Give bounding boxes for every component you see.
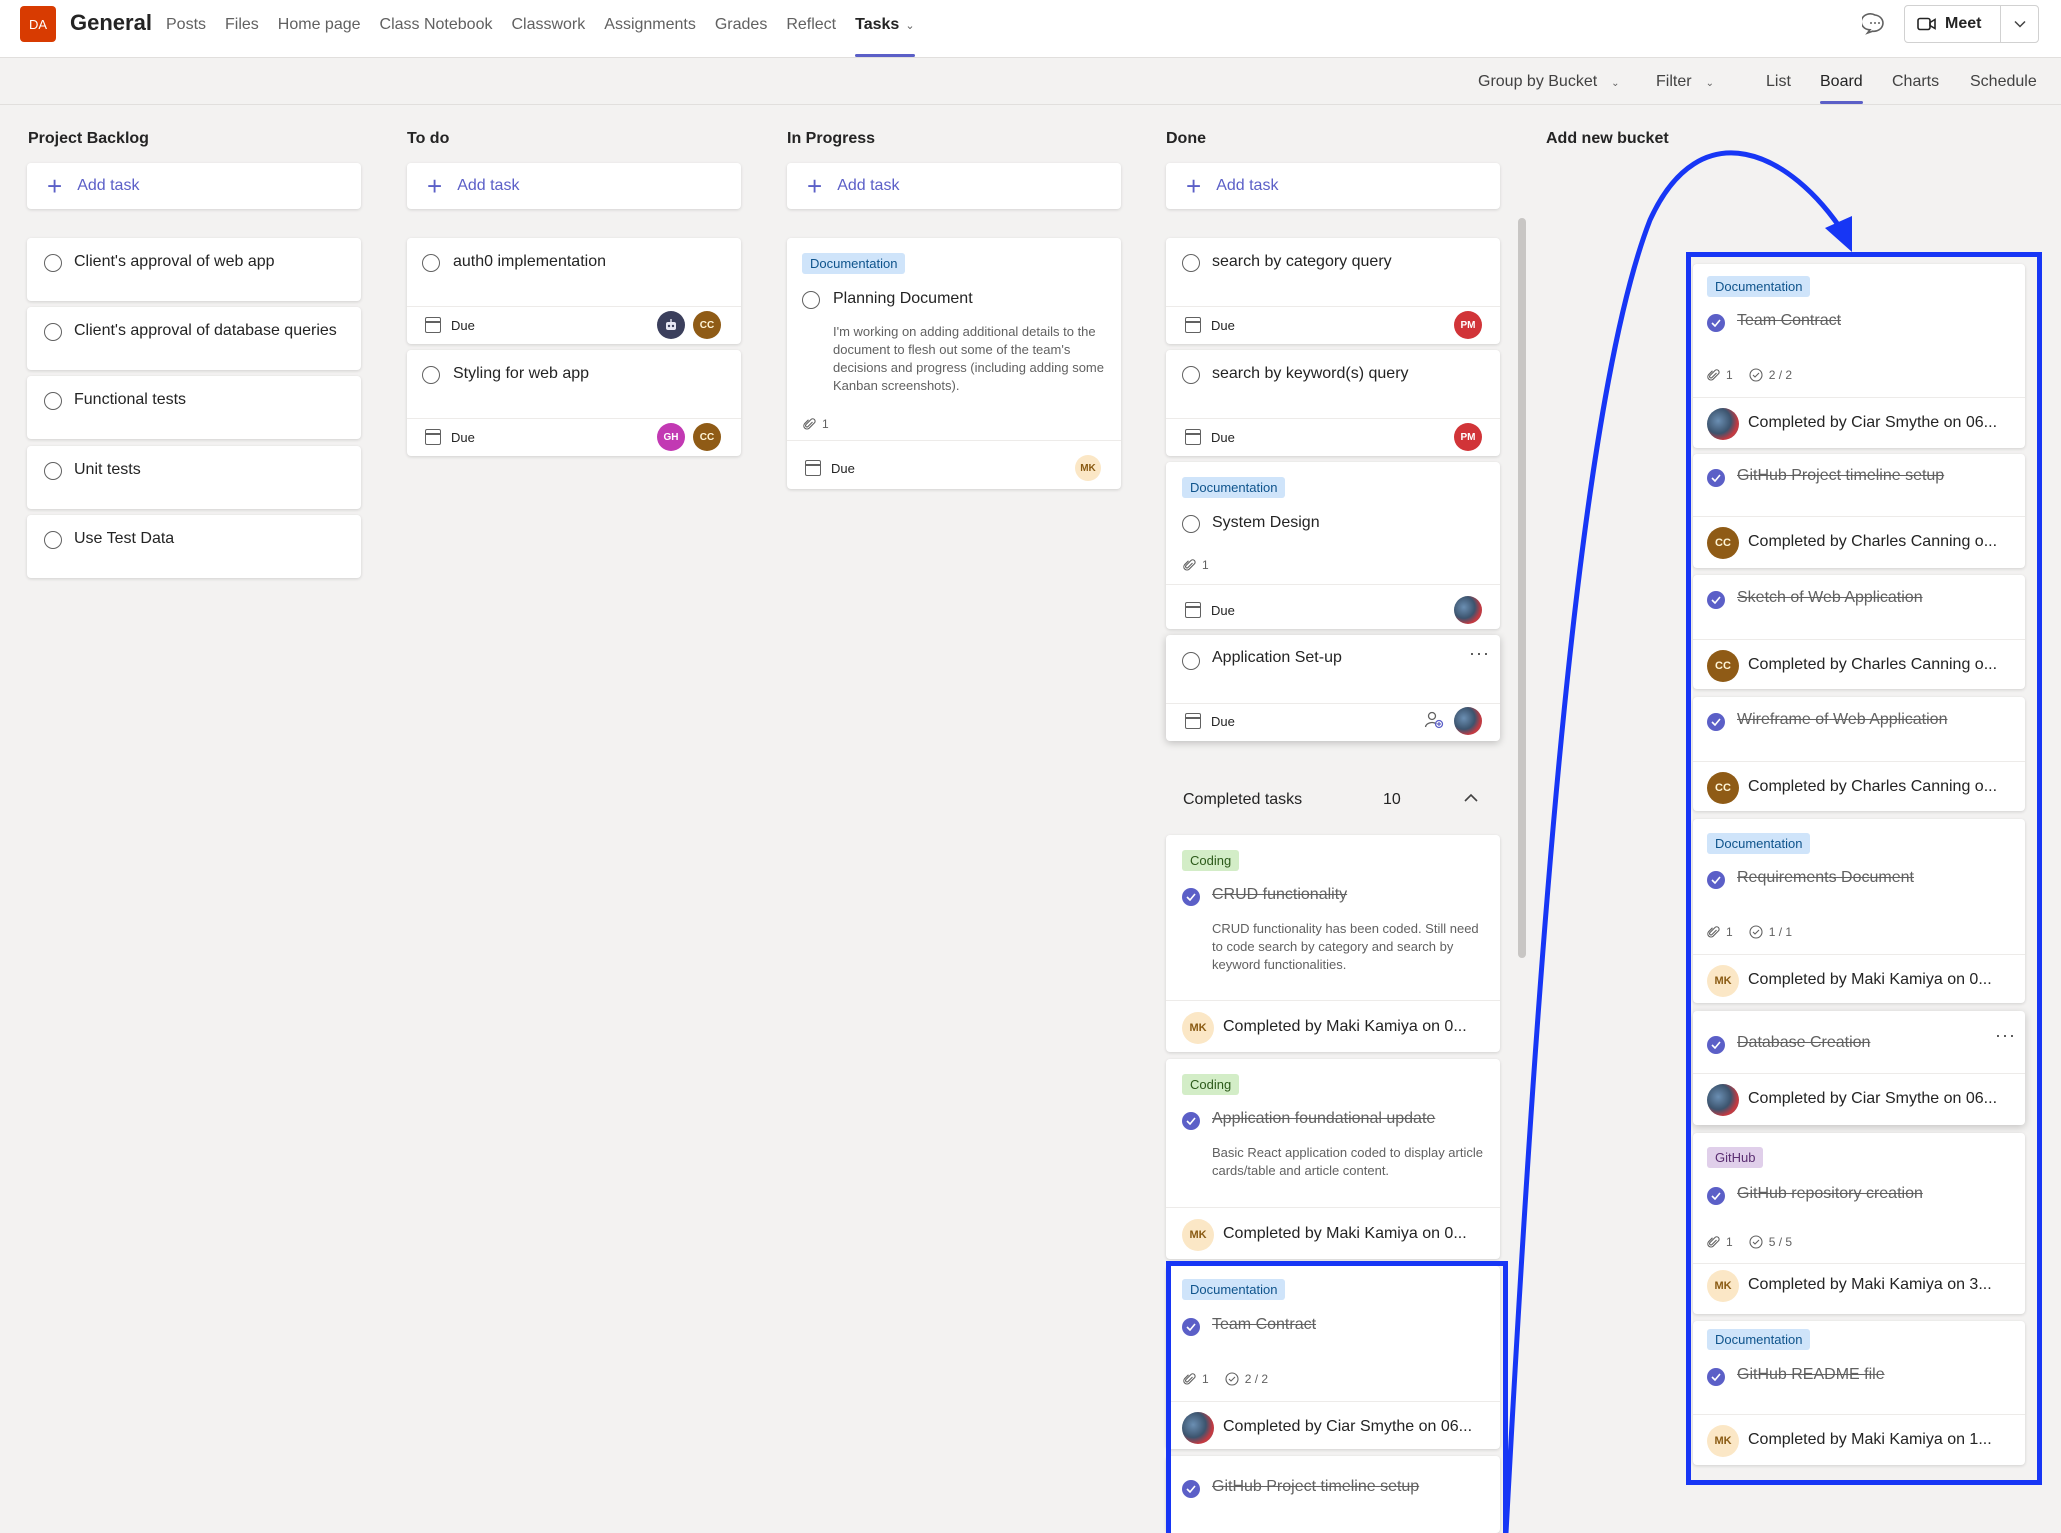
annotation-arrow	[1503, 150, 1852, 1533]
